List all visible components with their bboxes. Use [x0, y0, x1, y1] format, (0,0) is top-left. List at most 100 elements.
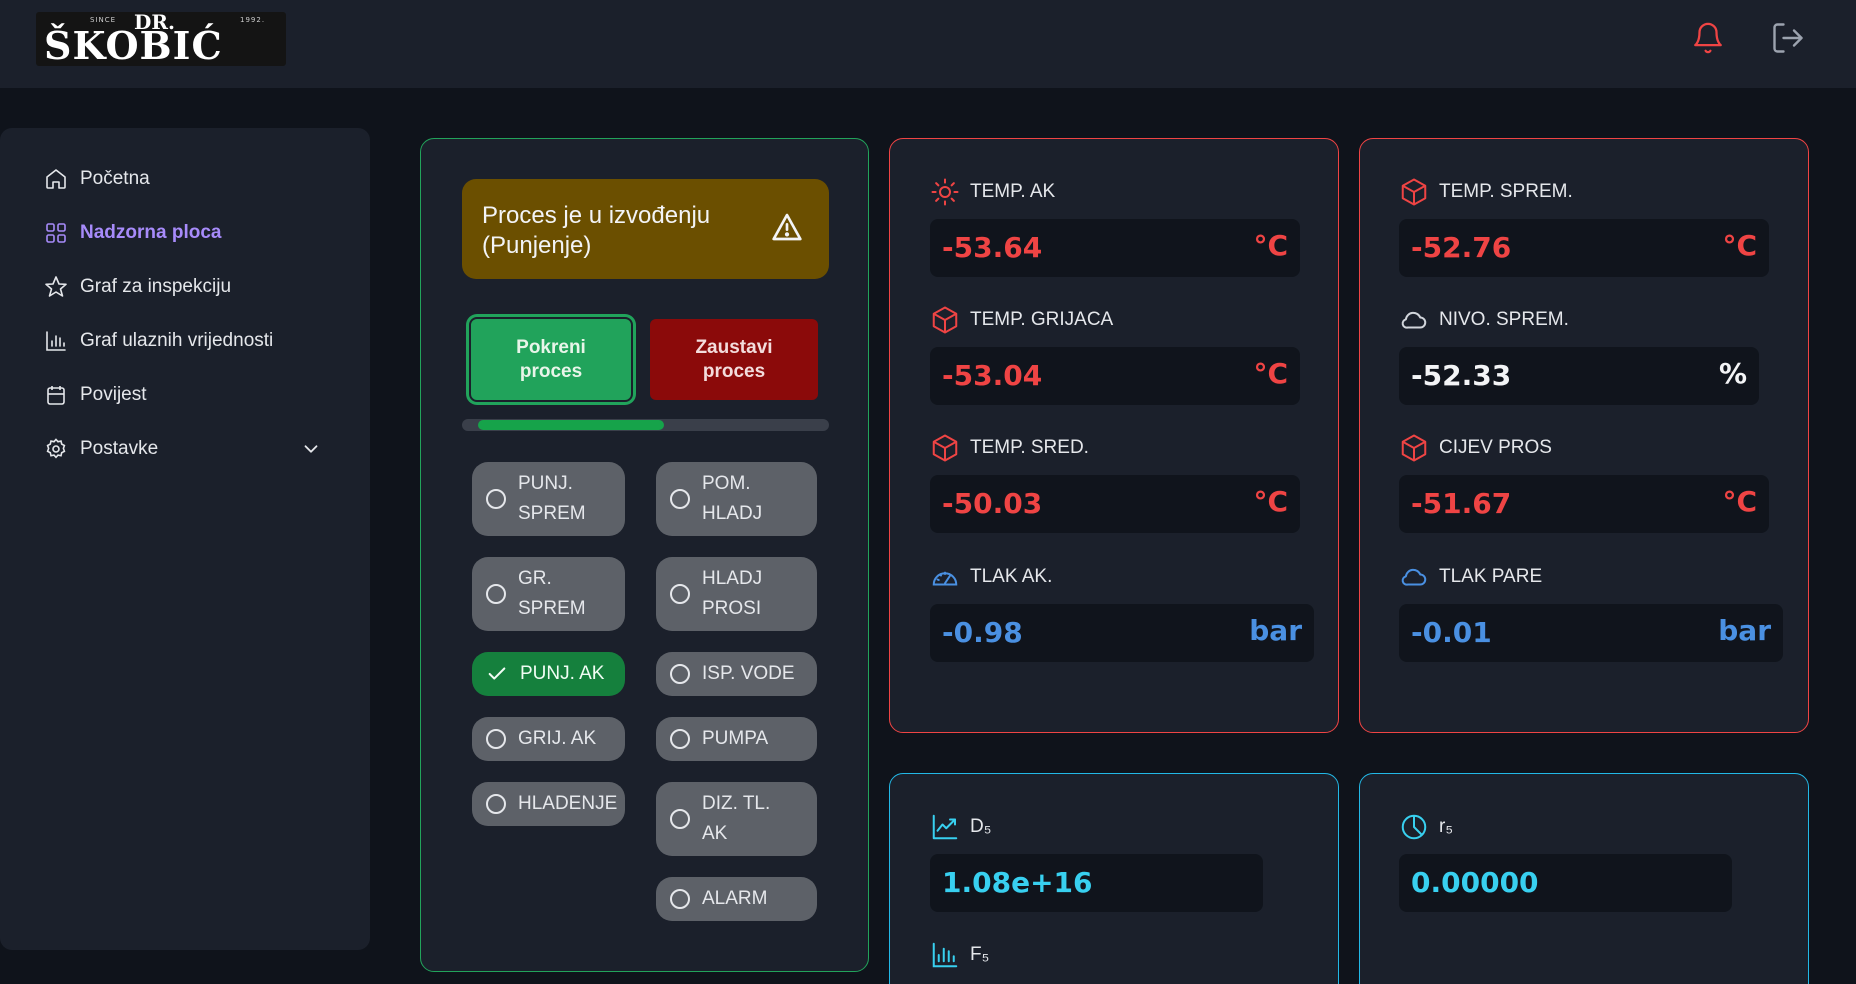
sensor-unit: bar: [1718, 614, 1771, 647]
step-label: HLADENJE: [518, 793, 618, 814]
radio-circle-icon: [670, 664, 690, 684]
sidebar-item-label: Graf ulaznih vrijednosti: [80, 330, 274, 351]
star-icon: [45, 276, 67, 297]
grid-icon: [46, 223, 66, 243]
sensor-value: -0.98: [942, 616, 1023, 649]
step-isp-vode[interactable]: ISP. VODE: [656, 652, 817, 696]
calc-label: r₅: [1399, 812, 1453, 842]
radio-circle-icon: [670, 489, 690, 509]
r5-panel: r₅ 0.00000: [1359, 773, 1809, 984]
step-punj-sprem[interactable]: PUNJ. SPREM: [472, 462, 625, 536]
step-label: PUMPA: [702, 728, 769, 749]
calc-label: D₅: [930, 812, 991, 842]
step-label: PUNJ. SPREM: [518, 473, 586, 524]
step-hladj-prosi[interactable]: HLADJ PROSI: [656, 557, 817, 631]
step-punj-ak[interactable]: PUNJ. AK: [472, 652, 625, 696]
home-icon: [46, 169, 66, 189]
radio-circle-icon: [670, 584, 690, 604]
trend-chart-icon: [932, 814, 958, 840]
logo-name: ŠKOBIĆ: [44, 23, 223, 68]
sidebar-item-povijest[interactable]: Povijest: [44, 380, 147, 410]
warning-icon: [772, 213, 802, 241]
cube-icon: [932, 434, 958, 462]
sidebar-item-label: Graf za inspekciju: [80, 276, 232, 297]
ak-sensors-panel: TEMP. AK -53.64 °C TEMP. GRIJACA -53.04 …: [889, 138, 1339, 733]
sidebar-item-label: Početna: [80, 168, 150, 189]
sidebar-item-nadzorna-ploca[interactable]: Nadzorna ploca: [44, 218, 221, 248]
progress-fill: [478, 420, 664, 430]
pie-chart-icon: [1401, 814, 1427, 840]
sensor-unit: °C: [1253, 485, 1288, 518]
step-hladenje[interactable]: HLADENJE: [472, 782, 625, 826]
d5-panel: D₅ 1.08e+16 F₅: [889, 773, 1339, 984]
radio-circle-icon: [486, 584, 506, 604]
radio-circle-icon: [486, 729, 506, 749]
top-header: SINCE 1992. DR. ŠKOBIĆ: [0, 0, 1856, 88]
calc-value-box: 1.08e+16: [930, 854, 1263, 912]
start-process-button[interactable]: Pokreni proces: [469, 317, 633, 402]
sidebar-item-label: Povijest: [80, 384, 147, 405]
sensor-value: -52.76: [1411, 231, 1512, 264]
check-icon: [488, 667, 506, 680]
sensor-label: TLAK AK.: [930, 562, 1052, 592]
sensor-value-box: -0.98 bar: [930, 604, 1314, 662]
calc-value-box: 0.00000: [1399, 854, 1732, 912]
radio-circle-icon: [670, 729, 690, 749]
sensor-value-box: -52.76 °C: [1399, 219, 1769, 277]
sun-icon: [931, 178, 959, 206]
gear-icon: [46, 438, 66, 459]
sidebar-item-pocetna[interactable]: Početna: [44, 164, 150, 194]
sensor-value-box: -51.67 °C: [1399, 475, 1769, 533]
chevron-down-icon[interactable]: [300, 438, 322, 460]
sensor-unit: °C: [1722, 485, 1757, 518]
step-label: DIZ. TL. AK: [702, 793, 771, 844]
step-label: PUNJ. AK: [520, 663, 605, 684]
step-alarm[interactable]: ALARM: [656, 877, 817, 921]
sensor-value: -50.03: [942, 487, 1043, 520]
sensor-value-box: -53.04 °C: [930, 347, 1300, 405]
calendar-icon: [47, 386, 65, 405]
sidebar-item-label: Postavke: [80, 438, 159, 459]
stop-process-button[interactable]: Zaustavi proces: [650, 319, 818, 400]
step-pumpa[interactable]: PUMPA: [656, 717, 817, 761]
process-status-text: Proces je u izvođenju (Punjenje): [482, 202, 711, 259]
notifications-button[interactable]: [1688, 18, 1728, 58]
sensor-label: TEMP. AK: [930, 177, 1055, 207]
sensor-label: TLAK PARE: [1399, 562, 1542, 592]
step-pom-hladj[interactable]: POM. HLADJ: [656, 462, 817, 536]
radio-circle-icon: [670, 809, 690, 829]
sensor-label: NIVO. SPREM.: [1399, 305, 1569, 335]
cloud-icon: [1401, 568, 1427, 586]
sensor-value-box: -52.33 %: [1399, 347, 1759, 405]
process-progress-bar: [462, 419, 829, 431]
step-diz-tl-ak[interactable]: DIZ. TL. AK: [656, 782, 817, 856]
sensor-label: TEMP. SRED.: [930, 433, 1089, 463]
sidebar-item-postavke[interactable]: Postavke: [44, 434, 158, 464]
calc-value: 0.00000: [1411, 866, 1539, 899]
sensor-unit: %: [1718, 357, 1747, 390]
logout-button[interactable]: [1768, 18, 1808, 58]
calc-value: 1.08e+16: [942, 866, 1093, 899]
bell-icon: [1694, 22, 1722, 54]
sidebar-item-graf-ulaznih[interactable]: Graf ulaznih vrijednosti: [44, 326, 273, 356]
brand-logo[interactable]: SINCE 1992. DR. ŠKOBIĆ: [36, 10, 286, 68]
cube-icon: [1401, 434, 1427, 462]
logout-icon: [1773, 23, 1803, 53]
step-gr-sprem[interactable]: GR. SPREM: [472, 557, 625, 631]
sensor-value: -53.04: [942, 359, 1043, 392]
sensor-label: TEMP. GRIJACA: [930, 305, 1113, 335]
sensor-unit: °C: [1253, 357, 1288, 390]
sensor-label: CIJEV PROS: [1399, 433, 1552, 463]
sensor-unit: °C: [1722, 229, 1757, 262]
step-label: GR. SPREM: [518, 568, 586, 619]
sensor-value: -0.01: [1411, 616, 1492, 649]
step-label: HLADJ PROSI: [702, 568, 763, 619]
radio-circle-icon: [486, 489, 506, 509]
sensor-value: -53.64: [942, 231, 1043, 264]
step-label: ALARM: [702, 888, 768, 909]
sensor-value-box: -0.01 bar: [1399, 604, 1783, 662]
step-grij-ak[interactable]: GRIJ. AK: [472, 717, 625, 761]
cloud-icon: [1401, 311, 1427, 329]
sidebar-item-graf-inspekciju[interactable]: Graf za inspekciju: [44, 272, 231, 302]
cube-icon: [1401, 178, 1427, 206]
